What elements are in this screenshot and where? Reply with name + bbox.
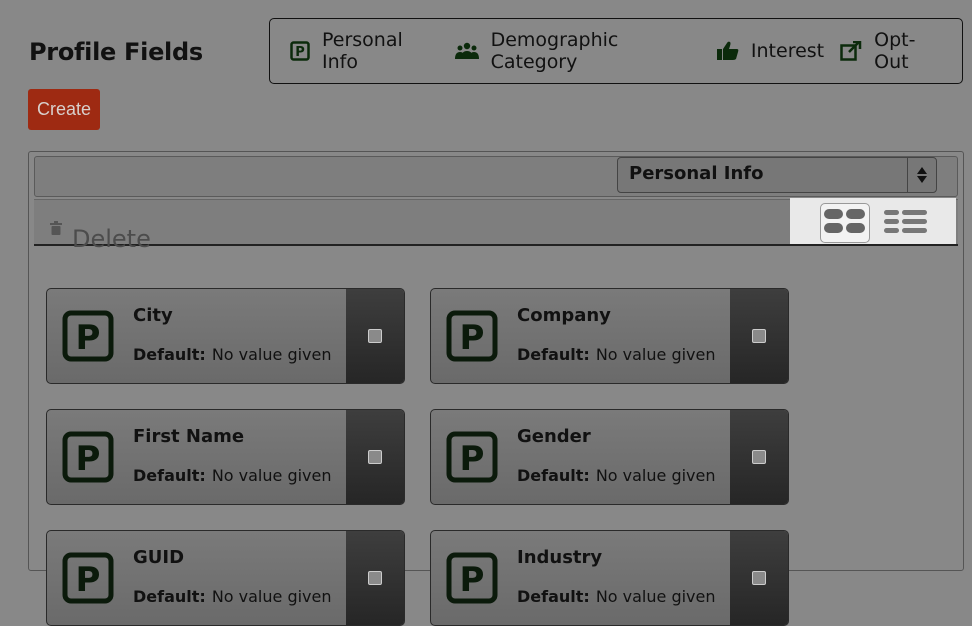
list-view-icon xyxy=(884,207,928,239)
default-value: No value given xyxy=(595,466,716,485)
field-type-select[interactable]: Personal Info xyxy=(617,157,937,193)
default-value: No value given xyxy=(211,345,332,364)
legend-label: Interest xyxy=(750,40,825,62)
personal-info-icon: P xyxy=(446,431,498,483)
demographic-category-icon xyxy=(454,42,479,60)
default-label: Default: xyxy=(517,466,590,485)
field-name: First Name xyxy=(133,426,245,447)
personal-info-icon: P xyxy=(62,310,114,362)
field-default: Default: No value given xyxy=(133,587,332,606)
card-select-area xyxy=(730,410,788,504)
field-card[interactable]: P Company Default: No value given xyxy=(430,288,789,384)
svg-text:P: P xyxy=(76,318,101,358)
field-card[interactable]: P Gender Default: No value given xyxy=(430,409,789,505)
default-value: No value given xyxy=(595,345,716,364)
select-checkbox[interactable] xyxy=(368,329,382,343)
field-card[interactable]: P Industry Default: No value given xyxy=(430,530,789,626)
legend-label: Personal Info xyxy=(322,29,403,73)
svg-text:P: P xyxy=(295,45,305,60)
svg-text:P: P xyxy=(76,560,101,600)
default-value: No value given xyxy=(211,587,332,606)
card-select-area xyxy=(346,410,404,504)
delete-label: Delete xyxy=(72,225,151,253)
field-card[interactable]: P GUID Default: No value given xyxy=(46,530,405,626)
legend-opt-out: Opt-Out xyxy=(840,29,946,73)
field-default: Default: No value given xyxy=(517,466,716,485)
select-checkbox[interactable] xyxy=(752,571,766,585)
field-default: Default: No value given xyxy=(517,587,716,606)
svg-text:P: P xyxy=(460,318,485,358)
grid-view-icon xyxy=(824,207,866,239)
field-name: Industry xyxy=(517,547,603,568)
field-name: City xyxy=(133,305,173,326)
select-value: Personal Info xyxy=(629,163,764,184)
default-label: Default: xyxy=(133,587,206,606)
select-checkbox[interactable] xyxy=(368,571,382,585)
legend-label: Demographic Category xyxy=(490,29,619,73)
default-value: No value given xyxy=(211,466,332,485)
create-button[interactable]: Create xyxy=(28,89,100,130)
field-default: Default: No value given xyxy=(133,466,332,485)
field-default: Default: No value given xyxy=(517,345,716,364)
default-value: No value given xyxy=(595,587,716,606)
select-checkbox[interactable] xyxy=(752,450,766,464)
svg-text:P: P xyxy=(460,439,485,479)
svg-text:P: P xyxy=(76,439,101,479)
personal-info-icon: P xyxy=(446,310,498,362)
field-card[interactable]: P City Default: No value given xyxy=(46,288,405,384)
field-type-legend: P Personal Info Demographic Category Int… xyxy=(269,18,963,84)
trash-icon xyxy=(50,213,62,241)
field-name: Gender xyxy=(517,426,591,447)
personal-info-icon: P xyxy=(446,552,498,604)
view-toggle xyxy=(790,198,956,244)
opt-out-icon xyxy=(840,41,862,61)
field-name: GUID xyxy=(133,547,185,568)
legend-demographic-category: Demographic Category xyxy=(454,29,701,73)
legend-label: Opt-Out xyxy=(874,29,916,73)
default-label: Default: xyxy=(133,345,206,364)
legend-personal-info: P Personal Info xyxy=(290,29,439,73)
card-select-area xyxy=(346,531,404,625)
legend-interest: Interest xyxy=(716,40,825,62)
svg-text:P: P xyxy=(460,560,485,600)
card-select-area xyxy=(730,531,788,625)
default-label: Default: xyxy=(133,466,206,485)
default-label: Default: xyxy=(517,345,590,364)
page-title: Profile Fields xyxy=(29,38,203,66)
select-checkbox[interactable] xyxy=(368,450,382,464)
personal-info-icon: P xyxy=(62,552,114,604)
delete-button[interactable]: Delete xyxy=(50,213,151,253)
default-label: Default: xyxy=(517,587,590,606)
field-default: Default: No value given xyxy=(133,345,332,364)
card-select-area xyxy=(730,289,788,383)
grid-view-button[interactable] xyxy=(820,203,870,243)
interest-icon xyxy=(716,41,739,61)
personal-info-icon: P xyxy=(62,431,114,483)
list-view-button[interactable] xyxy=(882,205,930,241)
field-name: Company xyxy=(517,305,611,326)
personal-info-icon: P xyxy=(290,41,310,61)
field-card[interactable]: P First Name Default: No value given xyxy=(46,409,405,505)
select-checkbox[interactable] xyxy=(752,329,766,343)
select-arrows-icon xyxy=(907,158,936,192)
card-select-area xyxy=(346,289,404,383)
